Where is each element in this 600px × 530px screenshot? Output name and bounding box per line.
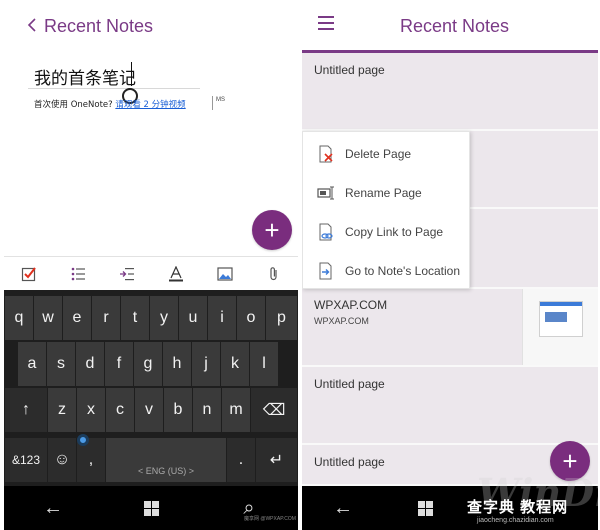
note-card-title: Untitled page (314, 63, 385, 77)
note-card[interactable]: WPXAP.COM WPXAP.COM (302, 289, 598, 367)
key-q[interactable]: q (5, 296, 33, 340)
menu-item-label: Copy Link to Page (345, 224, 444, 239)
watermark: 魔享网 @WPXAP.COM (244, 516, 296, 522)
system-navbar: ← ⌕ (4, 486, 298, 530)
left-phone-screen: Recent Notes 我的首条笔记 首次使用 OneNote? 请观看 2 … (4, 0, 298, 530)
windows-icon[interactable] (405, 500, 445, 516)
format-toolbar (4, 256, 298, 290)
on-screen-keyboard: q w e r t y u i o p a s d f g h j k l ↑ … (4, 290, 298, 486)
windows-icon[interactable] (131, 500, 171, 516)
key-j[interactable]: j (192, 342, 220, 386)
hamburger-icon[interactable] (318, 16, 334, 30)
symbols-key[interactable]: &123 (5, 438, 47, 482)
menu-item-label: Rename Page (345, 185, 422, 200)
chevron-left-icon[interactable] (22, 14, 42, 36)
back-arrow-icon[interactable]: ← (323, 497, 363, 520)
key-t[interactable]: t (121, 296, 149, 340)
key-g[interactable]: g (134, 342, 162, 386)
key-l[interactable]: l (250, 342, 278, 386)
page-title: Recent Notes (44, 16, 154, 36)
video-link[interactable]: 请观看 2 分钟视频 (115, 100, 185, 110)
menu-item-label: Delete Page (345, 146, 412, 161)
add-icon: + (264, 215, 280, 245)
key-m[interactable]: m (222, 388, 250, 432)
note-card-title: Untitled page (314, 455, 385, 469)
copy-link-icon (317, 223, 335, 241)
key-s[interactable]: s (47, 342, 75, 386)
back-arrow-icon[interactable]: ← (33, 497, 73, 520)
attachment-icon[interactable] (260, 260, 288, 288)
right-phone-screen: Recent Notes Untitled page WPXAP.COM WPX… (302, 0, 598, 530)
side-mark: MS (216, 97, 225, 103)
note-card-title: Untitled page (314, 377, 385, 391)
add-note-button[interactable]: + (252, 210, 292, 250)
watermark-url: jiaocheng.chazidian.com (477, 517, 554, 524)
watermark: 查字典 教程网 (467, 499, 569, 516)
indent-icon[interactable] (113, 260, 141, 288)
key-z[interactable]: z (48, 388, 76, 432)
picture-icon[interactable] (211, 260, 239, 288)
menu-item-rename-page[interactable]: Rename Page (303, 173, 471, 212)
key-x[interactable]: x (77, 388, 105, 432)
enter-key[interactable]: ↵ (256, 438, 297, 482)
shift-key[interactable]: ↑ (5, 388, 47, 432)
font-color-icon[interactable] (162, 260, 190, 288)
bulleted-list-icon[interactable] (64, 260, 92, 288)
checkbox-icon[interactable] (15, 260, 43, 288)
key-r[interactable]: r (92, 296, 120, 340)
menu-item-copy-link[interactable]: Copy Link to Page (303, 212, 471, 251)
divider (212, 96, 213, 110)
key-v[interactable]: v (135, 388, 163, 432)
note-body[interactable]: 首次使用 OneNote? 请观看 2 分钟视频 (34, 98, 186, 110)
emoji-key[interactable]: ☺ (48, 438, 76, 482)
key-b[interactable]: b (164, 388, 192, 432)
go-to-location-icon (317, 262, 335, 280)
key-h[interactable]: h (163, 342, 191, 386)
backspace-key[interactable]: ⌫ (251, 388, 297, 432)
key-o[interactable]: o (237, 296, 265, 340)
key-i[interactable]: i (208, 296, 236, 340)
delete-page-icon (317, 145, 335, 163)
key-p[interactable]: p (266, 296, 297, 340)
context-menu: Delete Page Rename Page Copy Link to Pag… (302, 131, 470, 289)
note-card[interactable]: Untitled page (302, 53, 598, 131)
key-e[interactable]: e (63, 296, 91, 340)
note-title-input[interactable]: 我的首条笔记 (34, 64, 136, 89)
space-key[interactable]: < ENG (US) > (106, 438, 226, 482)
period-key[interactable]: . (227, 438, 255, 482)
swipe-cursor-dot[interactable] (77, 434, 89, 446)
menu-item-label: Go to Note's Location (345, 263, 461, 278)
key-n[interactable]: n (193, 388, 221, 432)
key-y[interactable]: y (150, 296, 178, 340)
key-c[interactable]: c (106, 388, 134, 432)
note-body-text: 首次使用 OneNote? (34, 100, 116, 110)
menu-item-delete-page[interactable]: Delete Page (303, 134, 471, 173)
note-card-title: WPXAP.COM (314, 298, 388, 312)
title-divider (28, 88, 200, 89)
note-thumbnail (522, 289, 598, 365)
page-title: Recent Notes (400, 16, 510, 36)
key-u[interactable]: u (179, 296, 207, 340)
header: Recent Notes (302, 0, 598, 50)
key-a[interactable]: a (18, 342, 46, 386)
key-w[interactable]: w (34, 296, 62, 340)
key-k[interactable]: k (221, 342, 249, 386)
header: Recent Notes (4, 0, 298, 50)
menu-item-go-to-location[interactable]: Go to Note's Location (303, 251, 471, 290)
note-card-subtitle: WPXAP.COM (314, 316, 369, 326)
text-caret (131, 62, 132, 86)
note-card[interactable]: Untitled page (302, 367, 598, 445)
key-f[interactable]: f (105, 342, 133, 386)
key-d[interactable]: d (76, 342, 104, 386)
rename-page-icon (317, 184, 335, 202)
